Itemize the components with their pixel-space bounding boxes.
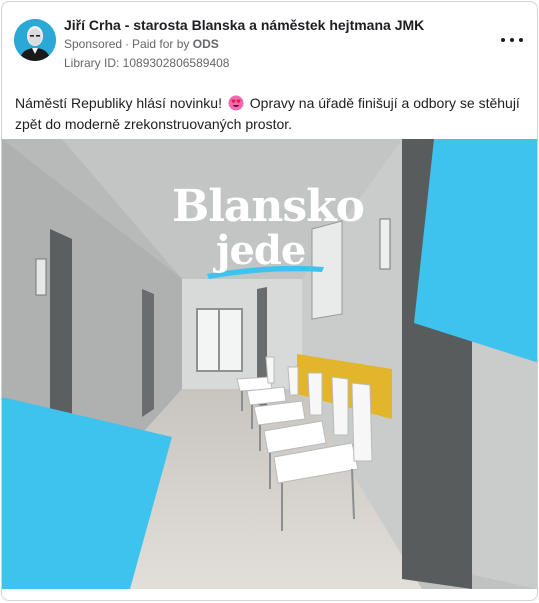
heart-eyes-emoji-icon bbox=[228, 95, 244, 111]
post-text-part-1: Náměstí Republiky hlásí novinku! bbox=[15, 95, 222, 111]
paid-for-by-link[interactable]: ODS bbox=[193, 37, 219, 51]
post-message: Náměstí Republiky hlásí novinku! Opravy … bbox=[15, 93, 525, 135]
more-options-button[interactable] bbox=[501, 32, 523, 48]
separator-dot: · bbox=[125, 37, 130, 51]
post-image[interactable]: Blansko jede bbox=[2, 139, 537, 589]
sponsored-label: Sponsored bbox=[64, 37, 123, 51]
post-header: Jiří Crha - starosta Blanska a náměstek … bbox=[2, 2, 537, 80]
page-name-link[interactable]: Jiří Crha - starosta Blanska a náměstek … bbox=[64, 17, 424, 33]
sponsored-meta: Sponsored · Paid for by ODS bbox=[64, 37, 219, 51]
library-id: Library ID: 1089302806589408 bbox=[64, 56, 230, 70]
dot-icon bbox=[510, 38, 514, 42]
logo-text-blansko: Blansko bbox=[172, 181, 365, 232]
dot-icon bbox=[519, 38, 523, 42]
dot-icon bbox=[501, 38, 505, 42]
page-avatar[interactable] bbox=[14, 19, 56, 61]
sponsored-post-card: Jiří Crha - starosta Blanska a náměstek … bbox=[1, 1, 538, 601]
paid-for-label: Paid for by bbox=[132, 37, 190, 51]
logo-text-jede: jede bbox=[216, 227, 306, 274]
